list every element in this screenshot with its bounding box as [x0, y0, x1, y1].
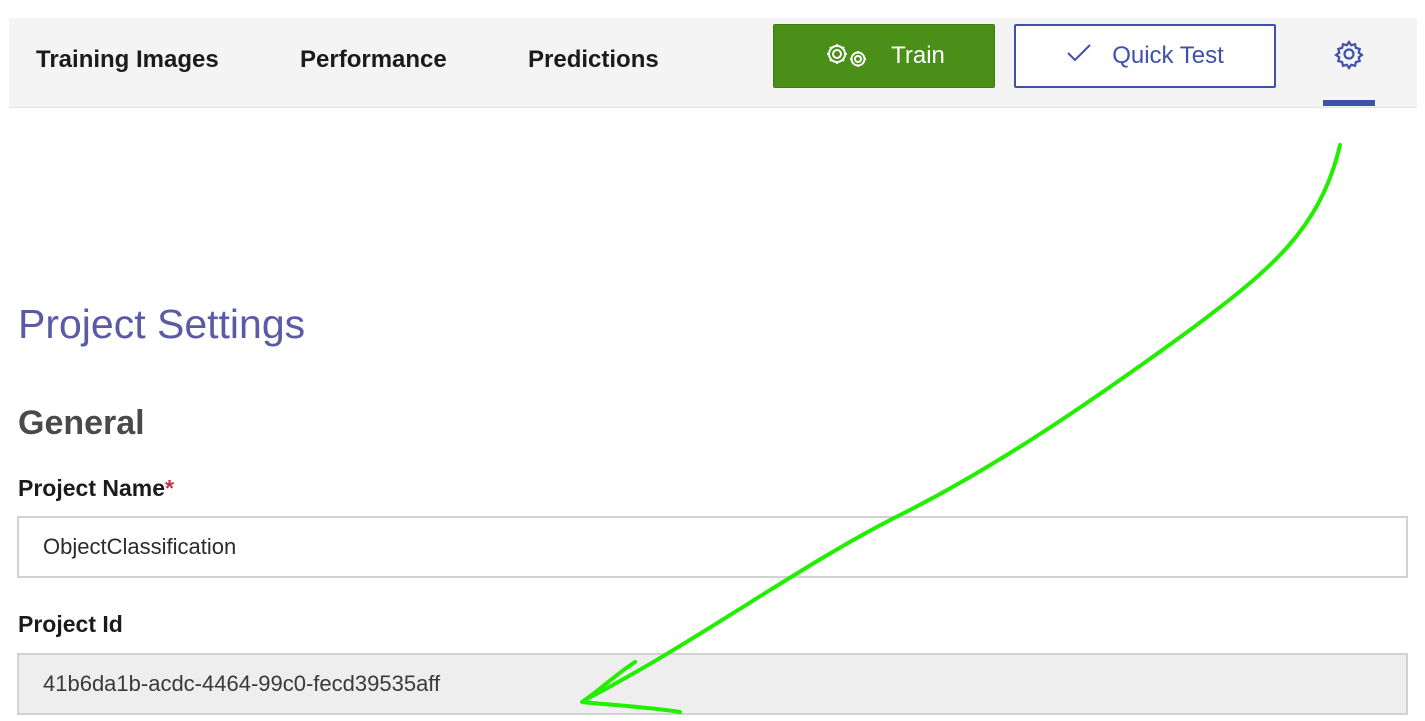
gears-icon: [823, 41, 871, 71]
checkmark-icon: [1066, 42, 1092, 71]
train-button-label: Train: [891, 42, 945, 69]
page-title: Project Settings: [18, 301, 306, 347]
page: Training Images Performance Predictions …: [0, 0, 1425, 721]
top-nav-bar: Training Images Performance Predictions …: [9, 18, 1417, 108]
tab-training-images[interactable]: Training Images: [36, 46, 219, 74]
project-name-input[interactable]: [17, 516, 1408, 578]
required-marker: *: [165, 475, 174, 501]
section-title-general: General: [18, 404, 145, 442]
tab-performance[interactable]: Performance: [300, 46, 447, 74]
active-tab-indicator: [1323, 100, 1375, 106]
tab-predictions[interactable]: Predictions: [528, 46, 659, 74]
gear-icon: [1333, 38, 1365, 106]
quick-test-button-label: Quick Test: [1112, 42, 1224, 69]
project-name-label-text: Project Name: [18, 475, 166, 501]
train-button[interactable]: Train: [773, 24, 995, 88]
project-id-field[interactable]: [17, 653, 1408, 715]
annotation-arrow: [580, 143, 1342, 714]
quick-test-button[interactable]: Quick Test: [1014, 24, 1276, 88]
project-id-label: Project Id: [18, 611, 123, 637]
project-name-label: Project Name*: [18, 475, 174, 502]
settings-tab[interactable]: [1323, 38, 1375, 106]
